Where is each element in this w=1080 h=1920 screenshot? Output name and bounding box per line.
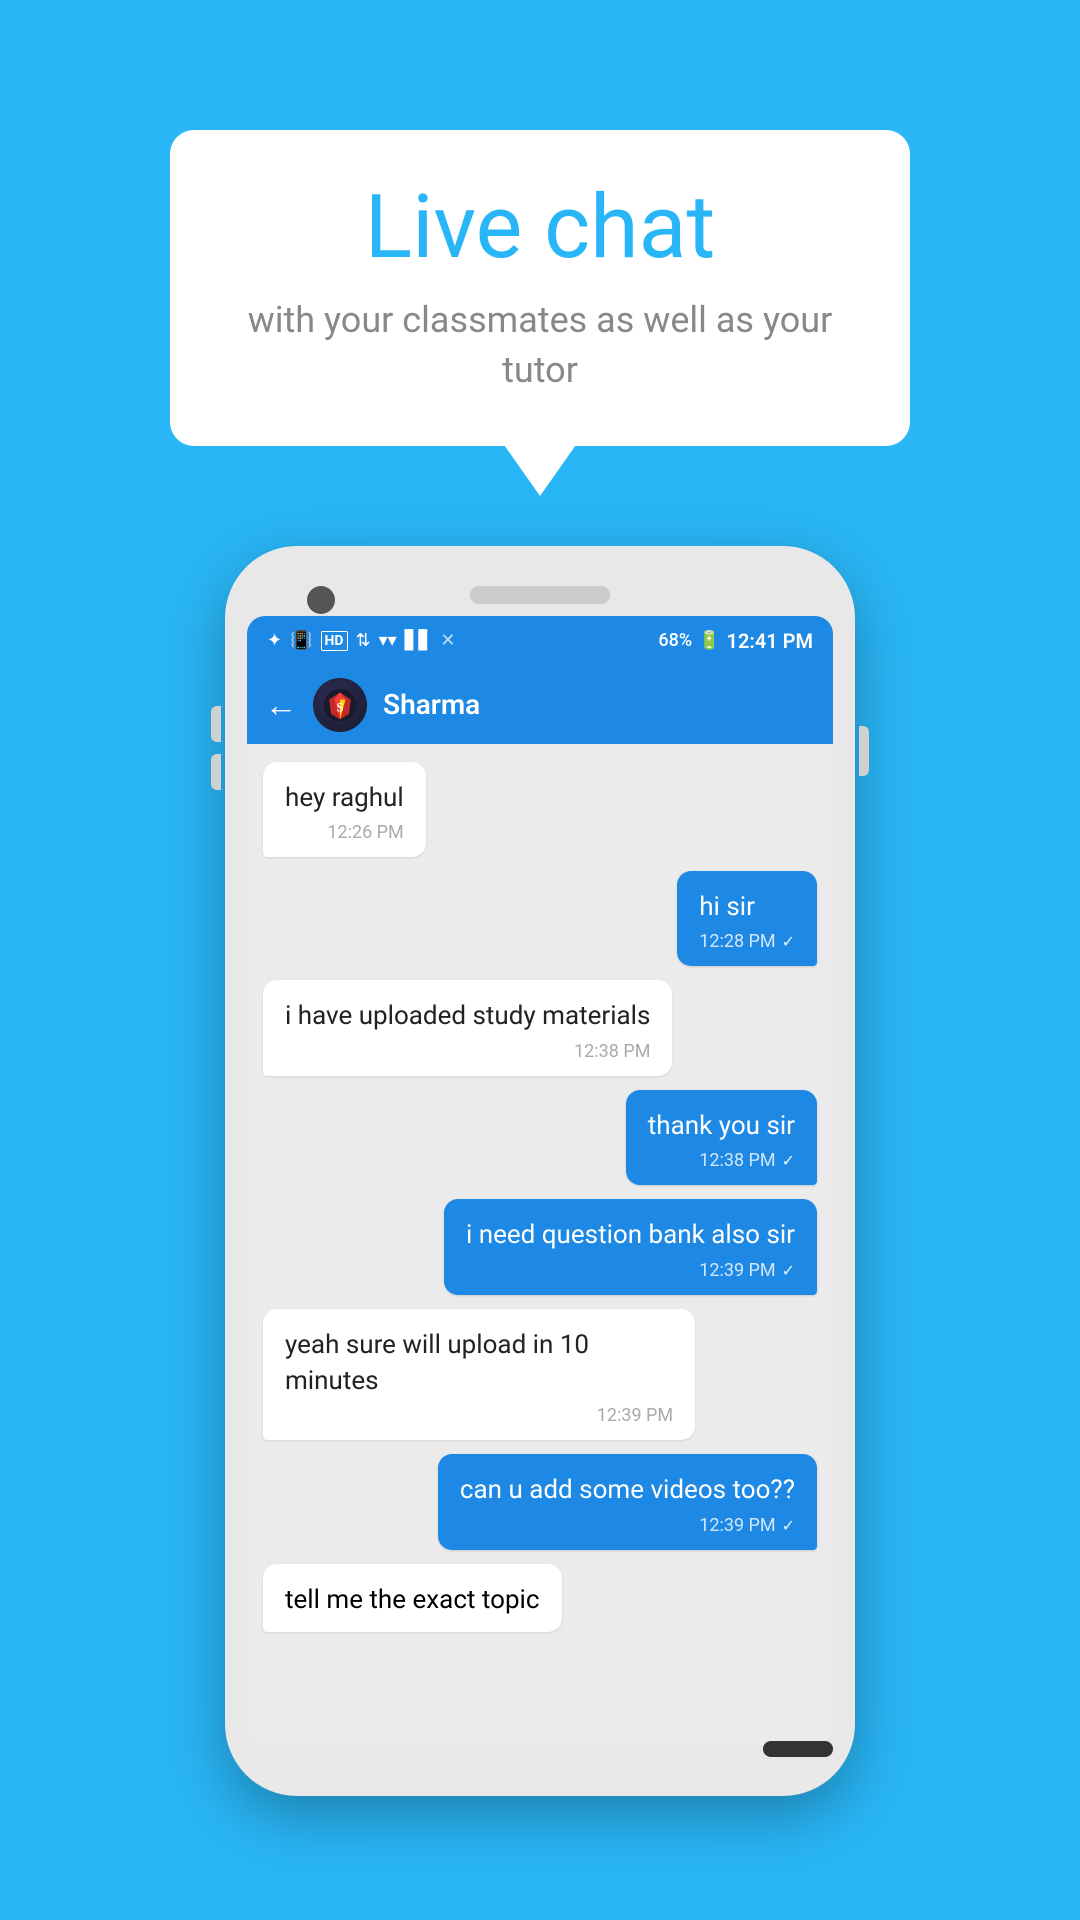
phone-home-button[interactable] (763, 1741, 833, 1757)
message-sent-5: i need question bank also sir 12:39 PM ✓ (444, 1199, 817, 1294)
message-time: 12:38 PM (699, 1150, 775, 1171)
message-time: 12:39 PM (597, 1405, 673, 1426)
phone-top (247, 568, 833, 616)
message-meta: 12:28 PM ✓ (699, 931, 795, 952)
volume-down-button (211, 754, 221, 790)
message-meta: 12:38 PM ✓ (648, 1150, 795, 1171)
phone-speaker (470, 586, 610, 604)
message-text: i have uploaded study materials (285, 998, 650, 1034)
x-icon: ✕ (440, 630, 455, 651)
message-time: 12:39 PM (699, 1515, 775, 1536)
power-button (859, 726, 869, 776)
message-text: hi sir (699, 889, 795, 925)
message-time: 12:28 PM (699, 931, 775, 952)
bluetooth-icon: ✦ (267, 630, 282, 651)
phone-mockup: ✦ 📳 HD ⇅ ▾▾ ▋▋ ✕ 68% 🔋 12:41 PM ← (225, 546, 855, 1796)
check-icon: ✓ (782, 932, 795, 951)
chat-area: hey raghul 12:26 PM hi sir 12:28 PM ✓ i … (247, 744, 833, 1744)
bubble-subtitle: with your classmates as well as your tut… (230, 295, 850, 396)
message-sent-4: thank you sir 12:38 PM ✓ (626, 1090, 817, 1185)
message-text: thank you sir (648, 1108, 795, 1144)
svg-text:S: S (336, 700, 343, 714)
bubble-title: Live chat (230, 180, 850, 277)
phone-screen: ✦ 📳 HD ⇅ ▾▾ ▋▋ ✕ 68% 🔋 12:41 PM ← (247, 616, 833, 1744)
message-text: i need question bank also sir (466, 1217, 795, 1253)
hd-icon: HD (321, 631, 348, 651)
phone-camera (307, 586, 335, 614)
app-bar: ← S Sharma (247, 666, 833, 744)
message-meta: 12:39 PM ✓ (466, 1260, 795, 1281)
status-time: 12:41 PM (727, 629, 813, 653)
phone-outer: ✦ 📳 HD ⇅ ▾▾ ▋▋ ✕ 68% 🔋 12:41 PM ← (225, 546, 855, 1796)
back-button[interactable]: ← (265, 689, 297, 721)
phone-bottom (247, 1744, 833, 1774)
superman-shield-icon: S (322, 687, 358, 723)
volume-up-button (211, 706, 221, 742)
speech-bubble-card: Live chat with your classmates as well a… (170, 130, 910, 446)
message-text: hey raghul (285, 780, 404, 816)
message-meta: 12:38 PM (285, 1041, 650, 1062)
battery-icon: 🔋 (698, 630, 720, 651)
message-sent-7: can u add some videos too?? 12:39 PM ✓ (438, 1454, 817, 1549)
wifi-icon: ▾▾ (379, 630, 397, 651)
status-icons-left: ✦ 📳 HD ⇅ ▾▾ ▋▋ ✕ (267, 630, 455, 651)
status-icons-right: 68% 🔋 12:41 PM (658, 629, 813, 653)
message-received-1: hey raghul 12:26 PM (263, 762, 426, 857)
message-received-6: yeah sure will upload in 10 minutes 12:3… (263, 1309, 695, 1441)
data-icon: ⇅ (356, 630, 371, 651)
check-icon: ✓ (782, 1261, 795, 1280)
message-received-8-partial: tell me the exact topic (263, 1564, 562, 1632)
message-received-3: i have uploaded study materials 12:38 PM (263, 980, 672, 1075)
message-text: tell me the exact topic (285, 1582, 540, 1618)
check-icon: ✓ (782, 1516, 795, 1535)
message-time: 12:26 PM (327, 822, 403, 843)
contact-name: Sharma (383, 688, 480, 721)
status-bar: ✦ 📳 HD ⇅ ▾▾ ▋▋ ✕ 68% 🔋 12:41 PM (247, 616, 833, 666)
vibrate-icon: 📳 (290, 630, 312, 651)
check-icon: ✓ (782, 1151, 795, 1170)
message-text: yeah sure will upload in 10 minutes (285, 1327, 673, 1400)
message-time: 12:38 PM (574, 1041, 650, 1062)
message-sent-2: hi sir 12:28 PM ✓ (677, 871, 817, 966)
message-text: can u add some videos too?? (460, 1472, 795, 1508)
message-time: 12:39 PM (699, 1260, 775, 1281)
battery-percent: 68% (658, 630, 692, 651)
signal-icon: ▋▋ (405, 630, 433, 651)
message-meta: 12:39 PM ✓ (460, 1515, 795, 1536)
avatar: S (313, 678, 367, 732)
message-meta: 12:39 PM (285, 1405, 673, 1426)
message-meta: 12:26 PM (285, 822, 404, 843)
